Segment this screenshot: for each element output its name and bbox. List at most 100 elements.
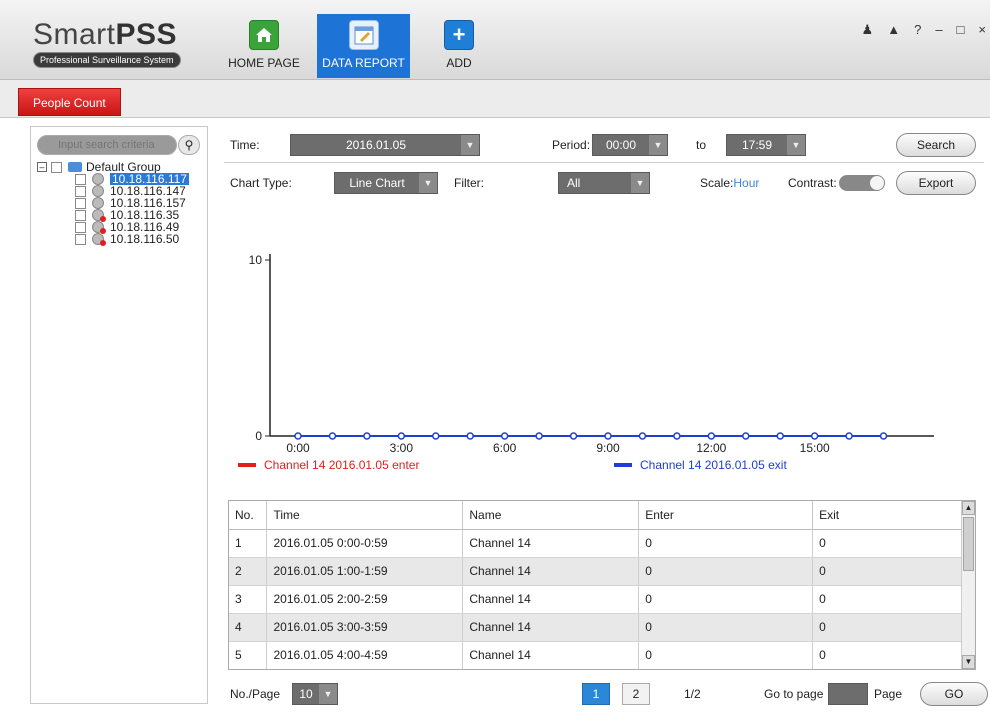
data-point xyxy=(742,432,750,440)
chevron-down-icon: ▼ xyxy=(461,135,479,155)
goto-page-input[interactable] xyxy=(828,683,868,705)
date-select[interactable]: 2016.01.05 ▼ xyxy=(290,134,480,156)
cell-enter: 0 xyxy=(638,613,814,642)
y-tick-label: 10 xyxy=(249,253,263,267)
cell-enter: 0 xyxy=(638,557,814,586)
table-row[interactable]: 3 2016.01.05 2:00-2:59 Channel 14 0 0 xyxy=(229,585,963,614)
chevron-down-icon: ▼ xyxy=(649,135,667,155)
data-point xyxy=(363,432,371,440)
contrast-group: Contrast: xyxy=(788,172,885,194)
user-icon[interactable]: ♟ xyxy=(862,22,874,38)
data-point xyxy=(535,432,543,440)
legend-swatch xyxy=(238,463,256,467)
search-button[interactable]: Search xyxy=(896,133,976,157)
data-point xyxy=(707,432,716,440)
scale-label: Scale: xyxy=(700,176,734,190)
pagination: No./Page 10 ▼ 1 2 1/2 Go to page Page GO xyxy=(218,682,990,708)
device-checkbox[interactable] xyxy=(75,185,86,197)
to-label: to xyxy=(696,138,707,152)
device-checkbox[interactable] xyxy=(75,209,86,221)
camera-icon xyxy=(92,209,106,222)
camera-icon xyxy=(92,197,104,209)
scroll-thumb[interactable] xyxy=(963,517,974,571)
report-main: Time: 2016.01.05 ▼ Period: 00:00 ▼ to 17… xyxy=(218,126,990,713)
nav-data-report[interactable]: DATA REPORT xyxy=(317,14,410,78)
data-point xyxy=(466,432,474,440)
period-group: Period: xyxy=(552,134,590,156)
cell-exit: 0 xyxy=(812,613,963,642)
camera-icon xyxy=(92,221,106,234)
scroll-up-icon[interactable]: ▲ xyxy=(962,501,975,515)
cell-enter: 0 xyxy=(638,641,814,669)
x-tick-label: 12:00 xyxy=(696,441,726,455)
page-2-button[interactable]: 2 xyxy=(622,683,650,705)
home-icon xyxy=(249,20,279,50)
filter-select[interactable]: All ▼ xyxy=(558,172,650,194)
table-row[interactable]: 5 2016.01.05 4:00-4:59 Channel 14 0 0 xyxy=(229,641,963,669)
data-point xyxy=(845,432,853,440)
device-item[interactable]: 10.18.116.50 xyxy=(37,233,189,246)
per-page-select[interactable]: 10 ▼ xyxy=(292,683,338,705)
chart-type-select[interactable]: Line Chart ▼ xyxy=(334,172,438,194)
x-tick-label: 3:00 xyxy=(390,441,414,455)
group-checkbox[interactable] xyxy=(51,161,62,173)
search-input[interactable] xyxy=(37,135,177,155)
filter-value: All xyxy=(567,176,581,190)
period-from-select[interactable]: 00:00 ▼ xyxy=(592,134,668,156)
table-row[interactable]: 1 2016.01.05 0:00-0:59 Channel 14 0 0 xyxy=(229,529,963,558)
device-checkbox[interactable] xyxy=(75,233,86,245)
y-tick-label: 0 xyxy=(255,429,262,443)
device-checkbox[interactable] xyxy=(75,197,86,209)
help-icon[interactable]: ? xyxy=(914,22,921,38)
cell-name: Channel 14 xyxy=(462,585,640,614)
maximize-icon[interactable]: □ xyxy=(957,22,965,38)
page-1-button[interactable]: 1 xyxy=(582,683,610,705)
x-tick-label: 9:00 xyxy=(596,441,620,455)
date-value: 2016.01.05 xyxy=(345,138,407,152)
cell-time: 2016.01.05 2:00-2:59 xyxy=(266,585,464,614)
nav-home-page[interactable]: HOME PAGE xyxy=(222,14,306,76)
legend-label: Channel 14 2016.01.05 enter xyxy=(264,458,419,472)
scroll-down-icon[interactable]: ▼ xyxy=(962,655,975,669)
chevron-down-icon: ▼ xyxy=(319,684,337,704)
table-row[interactable]: 2 2016.01.05 1:00-1:59 Channel 14 0 0 xyxy=(229,557,963,586)
table-scrollbar[interactable]: ▲ ▼ xyxy=(961,501,975,669)
data-point xyxy=(638,432,647,440)
col-time: Time xyxy=(266,501,464,530)
minimize-icon[interactable]: – xyxy=(935,22,942,38)
per-page-value: 10 xyxy=(299,687,313,701)
search-icon[interactable]: ⚲ xyxy=(178,135,200,155)
app-header: SmartPSS Professional Surveillance Syste… xyxy=(0,0,990,80)
contrast-toggle[interactable] xyxy=(838,175,885,191)
device-checkbox[interactable] xyxy=(75,221,86,233)
data-point xyxy=(432,432,440,440)
close-icon[interactable]: × xyxy=(978,22,986,38)
col-exit: Exit xyxy=(812,501,963,530)
chart-type-group: Chart Type: xyxy=(230,172,292,194)
data-point xyxy=(328,432,337,440)
people-count-chart: 0 10 0:00 3:00 6:00 9:00 12:00 15:00 Channel 14 … xyxy=(218,230,990,490)
data-point xyxy=(294,432,302,440)
cell-no: 2 xyxy=(229,557,268,586)
cell-time: 2016.01.05 4:00-4:59 xyxy=(266,641,464,669)
contrast-label: Contrast: xyxy=(788,176,837,190)
data-point xyxy=(776,432,784,440)
scale-group: Scale: Hour xyxy=(700,172,759,194)
camera-icon xyxy=(92,185,104,197)
filter-label: Filter: xyxy=(454,176,484,190)
collapse-icon[interactable]: – xyxy=(37,162,47,172)
logo-title: SmartPSS xyxy=(33,18,178,51)
nav-add[interactable]: + ADD xyxy=(432,14,486,76)
cell-name: Channel 14 xyxy=(462,529,640,558)
nav-home-label: HOME PAGE xyxy=(228,56,300,70)
chart-canvas: 0 10 0:00 3:00 6:00 9:00 12:00 15:00 Channel 14 … xyxy=(238,253,934,472)
table-row[interactable]: 4 2016.01.05 3:00-3:59 Channel 14 0 0 xyxy=(229,613,963,642)
tab-people-count[interactable]: People Count xyxy=(18,88,121,116)
plus-icon: + xyxy=(444,20,474,50)
export-button[interactable]: Export xyxy=(896,171,976,195)
go-button[interactable]: GO xyxy=(920,682,988,706)
scale-value[interactable]: Hour xyxy=(733,176,759,190)
lock-icon[interactable]: ▲ xyxy=(887,22,900,38)
period-to-select[interactable]: 17:59 ▼ xyxy=(726,134,806,156)
device-checkbox[interactable] xyxy=(75,173,86,185)
